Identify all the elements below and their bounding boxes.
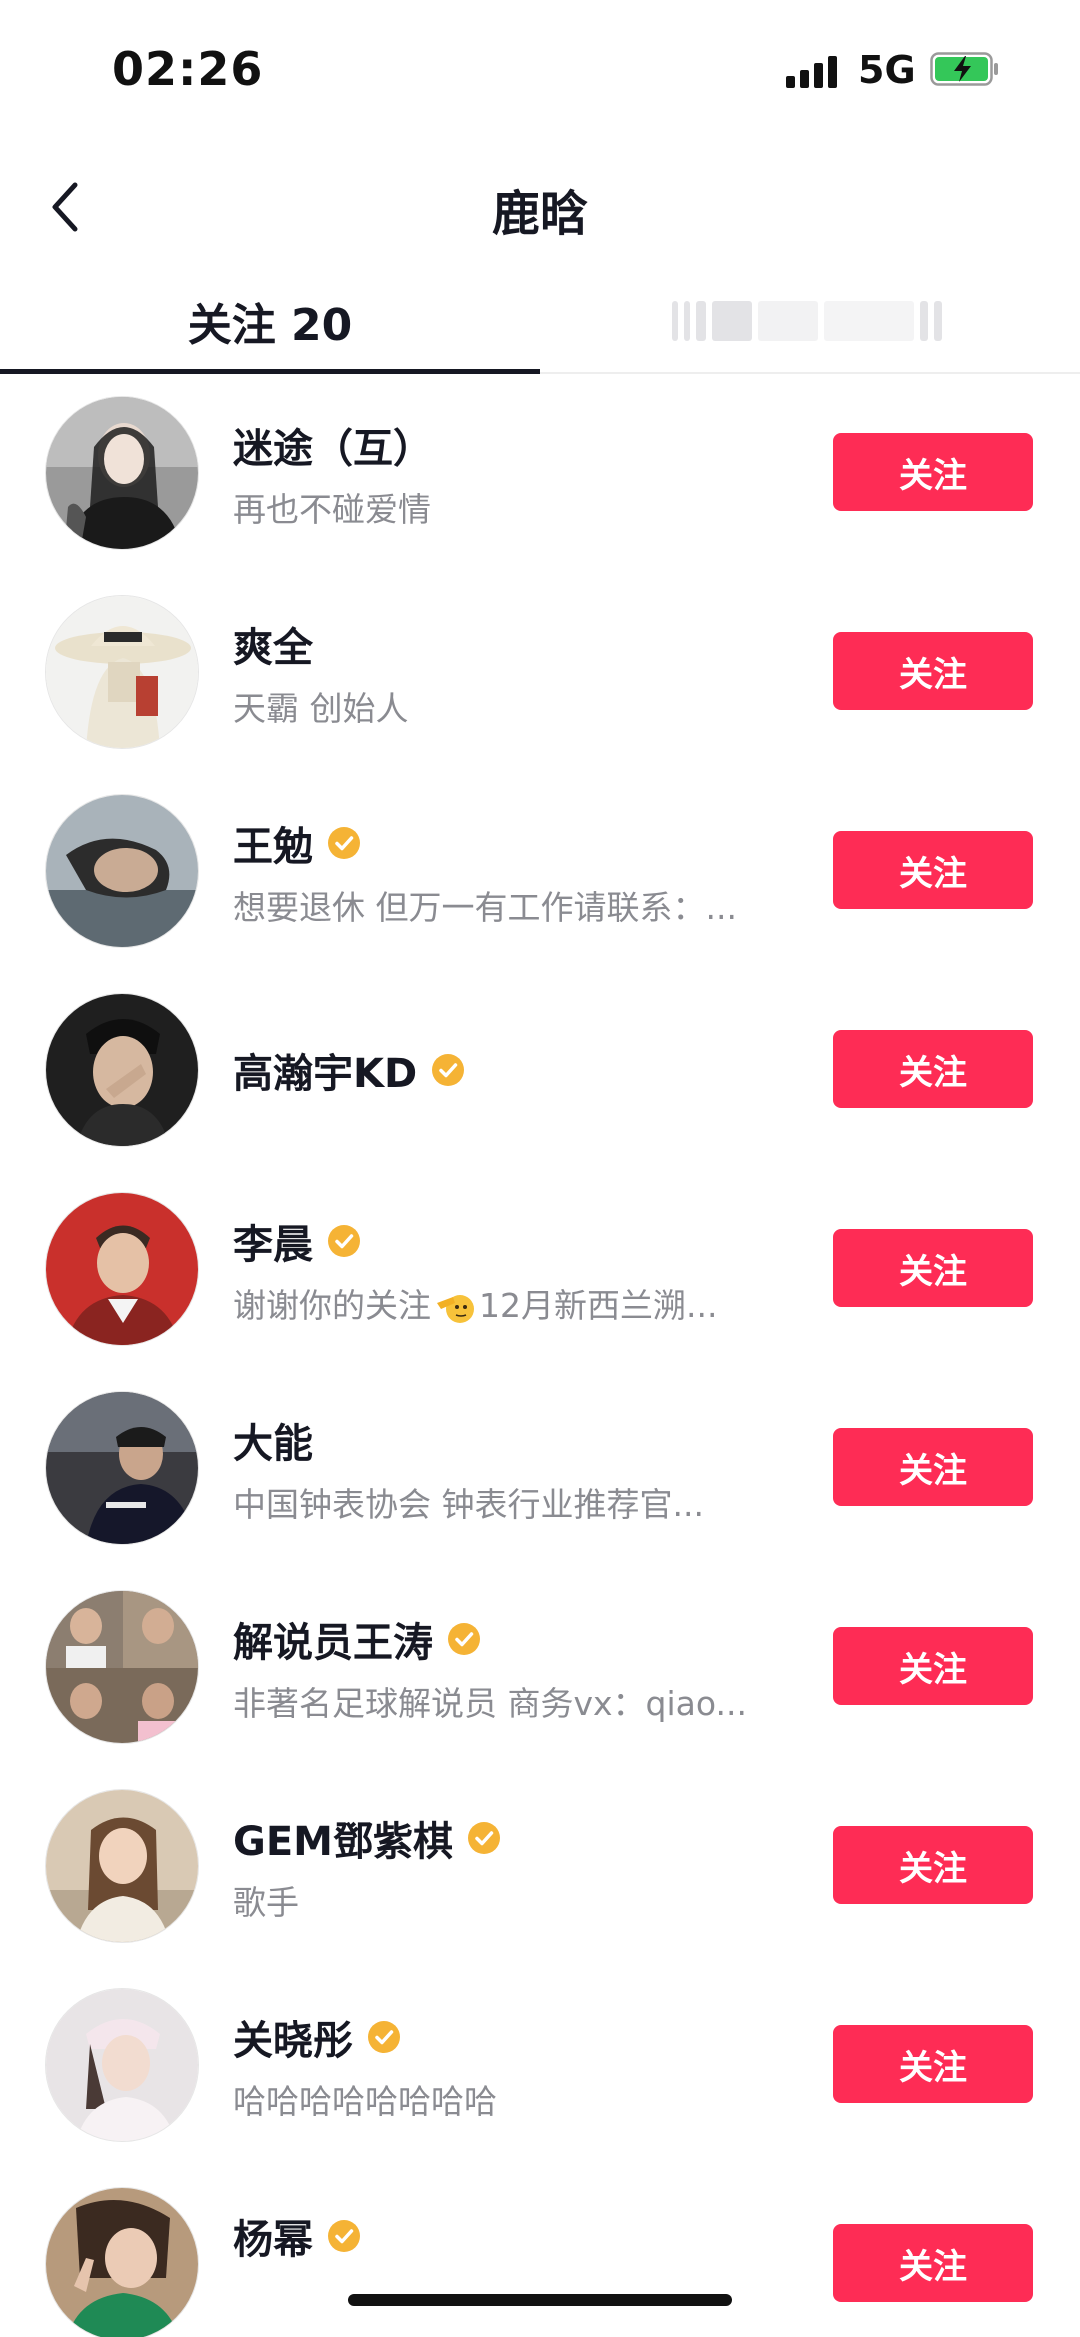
list-item: 爽全 天霸 创始人 关注 <box>0 574 1080 773</box>
verified-badge-icon <box>328 2220 360 2252</box>
avatar[interactable] <box>45 993 199 1147</box>
page-title: 鹿晗 <box>491 186 588 242</box>
follow-button[interactable]: 关注 <box>833 831 1033 909</box>
follow-button[interactable]: 关注 <box>833 433 1033 511</box>
list-item: 高瀚宇KD 关注 <box>0 972 1080 1171</box>
network-type: 5G <box>858 48 916 92</box>
following-list[interactable]: 迷途（互） 再也不碰爱情 关注 爽全 天霸 创始人 关注 王勉 想要退休 但万一… <box>0 375 1080 2337</box>
tab-fans[interactable] <box>540 270 1080 372</box>
user-bio: 非著名足球解说员 商务vx：qiao... <box>233 1684 747 1723</box>
follow-button[interactable]: 关注 <box>833 632 1033 710</box>
follow-button[interactable]: 关注 <box>833 1030 1033 1108</box>
user-bio-text: 谢谢你的关注 <box>233 1286 431 1325</box>
list-item: 王勉 想要退休 但万一有工作请联系：... 关注 <box>0 773 1080 972</box>
user-info[interactable]: 杨幂 <box>233 2166 793 2337</box>
avatar[interactable] <box>45 595 199 749</box>
user-info[interactable]: 大能 中国钟表协会 钟表行业推荐官... <box>233 1370 793 1569</box>
user-info[interactable]: 高瀚宇KD <box>233 972 793 1171</box>
verified-badge-icon <box>448 1623 480 1655</box>
user-name: 解说员王涛 <box>233 1620 433 1666</box>
user-name: 王勉 <box>233 824 313 870</box>
avatar[interactable] <box>45 1988 199 2142</box>
avatar[interactable] <box>45 794 199 948</box>
user-bio: 想要退休 但万一有工作请联系：... <box>233 888 737 927</box>
user-name: 大能 <box>233 1421 313 1467</box>
list-item: 关晓彤 哈哈哈哈哈哈哈哈 关注 <box>0 1967 1080 2166</box>
tab-following[interactable]: 关注 20 <box>0 270 540 374</box>
user-info[interactable]: 王勉 想要退休 但万一有工作请联系：... <box>233 773 793 972</box>
follow-button[interactable]: 关注 <box>833 1826 1033 1904</box>
status-time: 02:26 <box>112 42 264 96</box>
list-item: 解说员王涛 非著名足球解说员 商务vx：qiao... 关注 <box>0 1569 1080 1768</box>
name-line: 大能 <box>233 1414 313 1467</box>
name-line: 高瀚宇KD <box>233 1044 465 1097</box>
name-line: 关晓彤 <box>233 2011 401 2064</box>
follow-button[interactable]: 关注 <box>833 1229 1033 1307</box>
user-name: 高瀚宇KD <box>233 1051 418 1097</box>
verified-badge-icon <box>467 1822 500 1854</box>
user-bio: 谢谢你的关注 12月新西兰溯... <box>233 1279 793 1327</box>
user-bio: 中国钟表协会 钟表行业推荐官... <box>233 1485 704 1524</box>
follow-button[interactable]: 关注 <box>833 2224 1033 2302</box>
signal-icon <box>786 52 842 88</box>
follow-button[interactable]: 关注 <box>833 2025 1033 2103</box>
avatar[interactable] <box>45 1789 199 1943</box>
avatar[interactable] <box>45 2187 199 2337</box>
tab-fans-blurred-label <box>672 299 948 343</box>
verified-badge-icon <box>328 827 360 859</box>
user-name: 关晓彤 <box>233 2018 353 2064</box>
nav-bar: 鹿晗 <box>0 150 1080 270</box>
name-line: 杨幂 <box>233 2210 361 2263</box>
avatar[interactable] <box>45 1391 199 1545</box>
user-info[interactable]: 迷途（互） 再也不碰爱情 <box>233 375 793 574</box>
user-info[interactable]: 关晓彤 哈哈哈哈哈哈哈哈 <box>233 1967 793 2166</box>
user-name: 李晨 <box>233 1222 313 1268</box>
battery-charging-icon <box>930 52 1000 86</box>
user-bio: 哈哈哈哈哈哈哈哈 <box>233 2082 497 2121</box>
user-name: 杨幂 <box>233 2217 313 2263</box>
user-bio: 天霸 创始人 <box>233 689 409 728</box>
verified-badge-icon <box>432 1054 465 1086</box>
home-indicator[interactable] <box>348 2294 732 2306</box>
tab-following-label: 关注 20 <box>187 300 353 351</box>
avatar[interactable] <box>45 396 199 550</box>
user-info[interactable]: 李晨 谢谢你的关注 12月新西兰溯... <box>233 1171 793 1370</box>
status-bar: 02:26 5G <box>0 0 1080 150</box>
user-info[interactable]: 解说员王涛 非著名足球解说员 商务vx：qiao... <box>233 1569 793 1768</box>
list-item: GEM鄧紫棋 歌手 关注 <box>0 1768 1080 1967</box>
verified-badge-icon <box>368 2021 400 2053</box>
user-name: GEM鄧紫棋 <box>233 1819 453 1865</box>
name-line: 王勉 <box>233 817 361 870</box>
user-name: 迷途（互） <box>233 426 433 472</box>
avatar[interactable] <box>45 1192 199 1346</box>
user-bio: 再也不碰爱情 <box>233 490 431 529</box>
list-item: 迷途（互） 再也不碰爱情 关注 <box>0 375 1080 574</box>
tab-active-indicator <box>0 369 540 374</box>
user-name: 爽全 <box>233 625 313 671</box>
user-bio-text: 12月新西兰溯... <box>479 1286 718 1325</box>
verified-badge-icon <box>328 1225 360 1257</box>
saluting-face-emoji-icon <box>437 1294 474 1323</box>
follow-button[interactable]: 关注 <box>833 1428 1033 1506</box>
tab-bar: 关注 20 <box>0 270 1080 374</box>
name-line: 迷途（互） <box>233 419 433 472</box>
list-item: 杨幂 关注 <box>0 2166 1080 2337</box>
name-line: 爽全 <box>233 618 313 671</box>
follow-button[interactable]: 关注 <box>833 1627 1033 1705</box>
avatar[interactable] <box>45 1590 199 1744</box>
name-line: 解说员王涛 <box>233 1613 481 1666</box>
user-info[interactable]: 爽全 天霸 创始人 <box>233 574 793 773</box>
list-item: 大能 中国钟表协会 钟表行业推荐官... 关注 <box>0 1370 1080 1569</box>
name-line: 李晨 <box>233 1215 361 1268</box>
list-item: 李晨 谢谢你的关注 12月新西兰溯... 关注 <box>0 1171 1080 1370</box>
user-info[interactable]: GEM鄧紫棋 歌手 <box>233 1768 793 1967</box>
name-line: GEM鄧紫棋 <box>233 1812 501 1865</box>
user-bio: 歌手 <box>233 1883 299 1922</box>
